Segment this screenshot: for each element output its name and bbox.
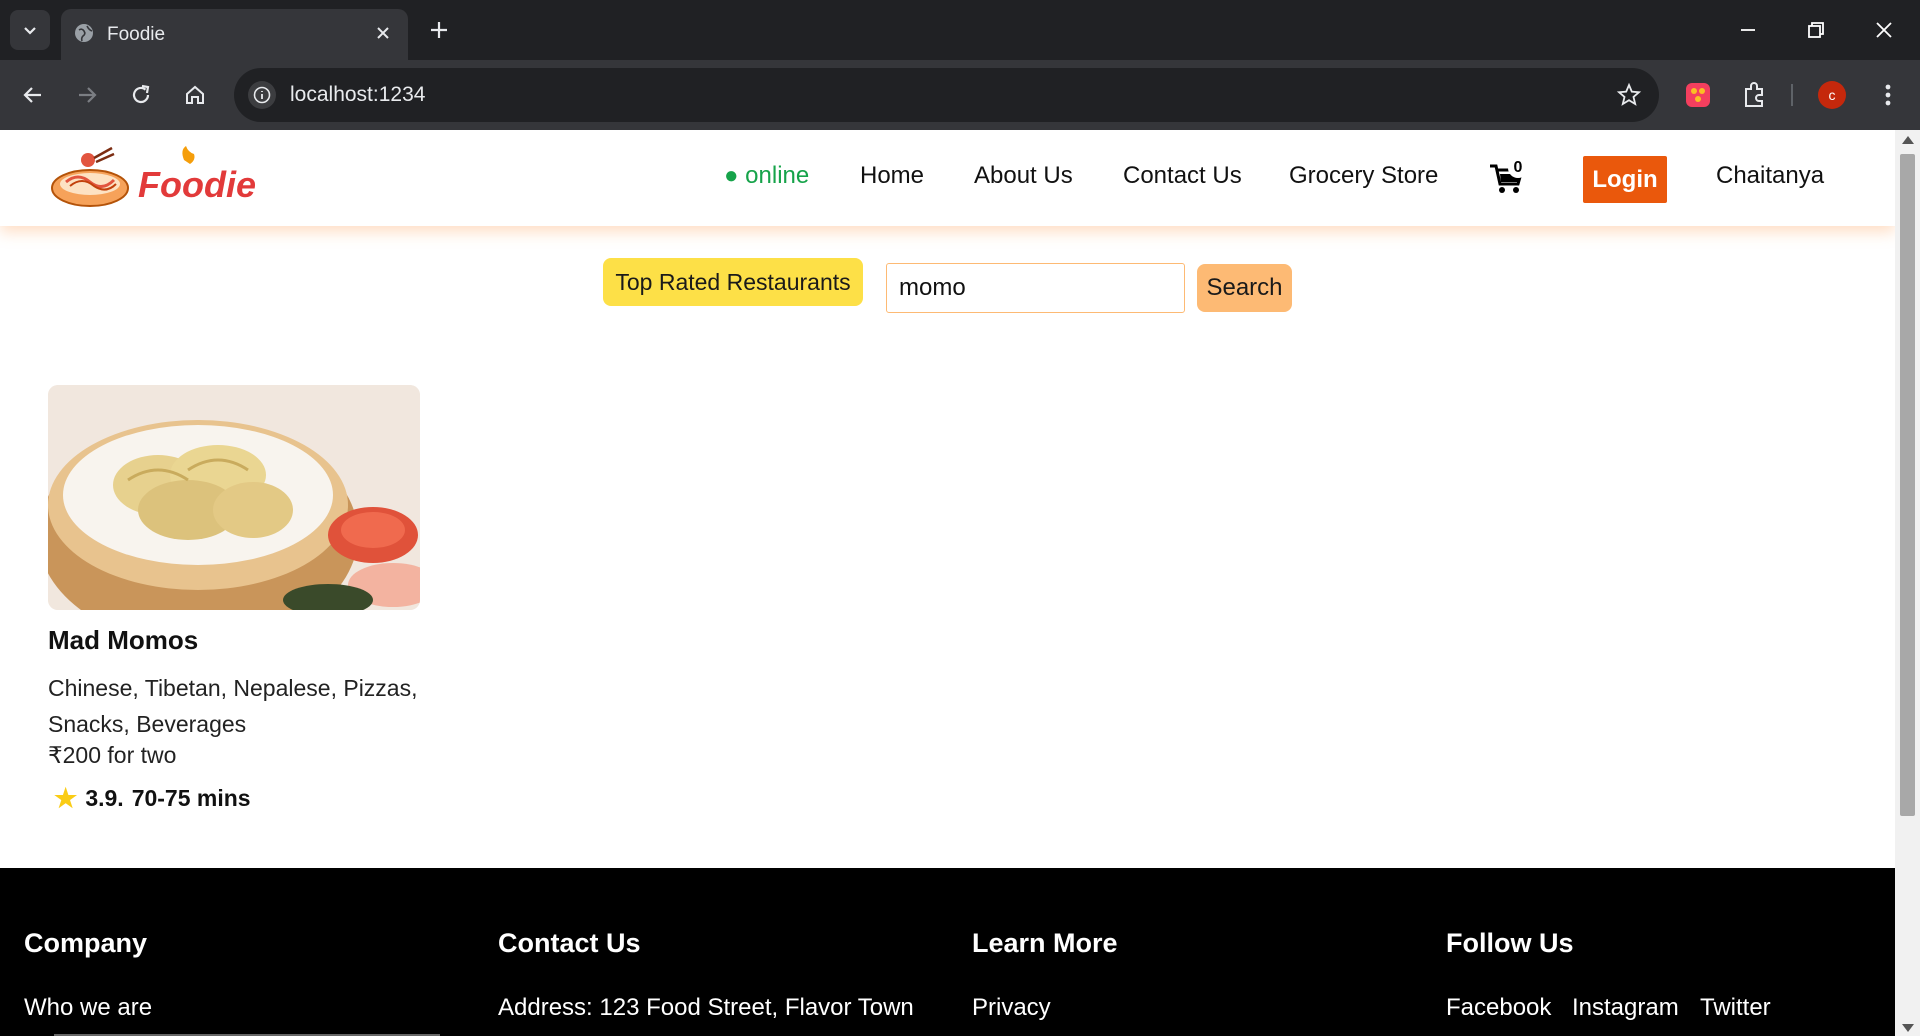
home-button[interactable]: [178, 78, 212, 112]
nav-grocery-store[interactable]: Grocery Store: [1289, 162, 1438, 190]
footer-company-title: Company: [24, 928, 148, 958]
minimize-icon[interactable]: [1732, 14, 1764, 46]
restaurant-meta: ★ 3.9. 70-75 mins: [54, 783, 251, 814]
footer-contact: Contact Us Address: 123 Food Street, Fla…: [498, 928, 914, 1021]
toolbar-separator: [1791, 84, 1793, 106]
scroll-down-arrow[interactable]: [1902, 1024, 1914, 1032]
home-icon: [186, 85, 204, 104]
page-scrollbar[interactable]: [1895, 130, 1920, 1036]
reload-icon: [132, 84, 150, 104]
footer-facebook[interactable]: Facebook: [1446, 994, 1551, 1022]
restore-icon[interactable]: [1800, 14, 1832, 46]
logo-text: Foodie: [138, 164, 256, 205]
footer-follow: Follow Us Facebook Instagram Twitter: [1446, 928, 1771, 1021]
cart-count-badge: 0: [1508, 158, 1528, 178]
search-button[interactable]: Search: [1197, 264, 1292, 312]
tab-search-button[interactable]: [10, 10, 50, 50]
scroll-up-arrow[interactable]: [1902, 136, 1914, 144]
star-icon: ★: [54, 783, 78, 813]
arrow-right-icon: [79, 87, 97, 103]
url-text: localhost:1234: [290, 83, 426, 106]
online-status: ● online: [724, 162, 810, 189]
footer-address: Address: 123 Food Street, Flavor Town: [498, 994, 914, 1021]
forward-button[interactable]: [70, 78, 104, 112]
restaurant-card[interactable]: Mad Momos Chinese, Tibetan, Nepalese, Pi…: [48, 385, 420, 813]
nav-contact-us[interactable]: Contact Us: [1123, 162, 1242, 190]
footer-company: Company Who we are: [24, 928, 152, 1021]
restaurant-cuisines: Chinese, Tibetan, Nepalese, Pizzas, Snac…: [48, 675, 418, 737]
bookmark-star-icon[interactable]: [1615, 81, 1643, 109]
address-bar[interactable]: localhost:1234: [234, 68, 1659, 122]
new-tab-icon[interactable]: [425, 16, 453, 44]
close-icon[interactable]: [372, 22, 394, 44]
extension-app-icon[interactable]: [1682, 79, 1714, 111]
footer-contact-title: Contact Us: [498, 928, 641, 958]
reload-button[interactable]: [124, 78, 158, 112]
delivery-time: 70-75 mins: [131, 785, 251, 811]
restaurant-price: ₹200 for two: [48, 742, 177, 768]
back-button[interactable]: [16, 78, 50, 112]
chevron-down-icon: [24, 27, 36, 35]
scroll-thumb[interactable]: [1900, 154, 1915, 816]
nav-home[interactable]: Home: [860, 162, 924, 190]
footer-twitter[interactable]: Twitter: [1700, 994, 1771, 1022]
site-footer: Company Who we are Contact Us Address: 1…: [0, 868, 1895, 1036]
restaurant-name: Mad Momos: [48, 625, 199, 655]
top-rated-button[interactable]: Top Rated Restaurants: [603, 258, 863, 306]
restaurant-image: [48, 385, 420, 610]
restaurant-rating: 3.9.: [85, 785, 124, 811]
site-header: Foodie ● online Home About Us Contact Us…: [0, 130, 1895, 226]
browser-tab[interactable]: Foodie: [61, 9, 408, 60]
footer-instagram[interactable]: Instagram: [1572, 994, 1679, 1022]
footer-who-we-are[interactable]: Who we are: [24, 994, 152, 1022]
close-window-icon[interactable]: [1868, 14, 1900, 46]
globe-icon: [75, 24, 93, 42]
footer-learn: Learn More Privacy: [972, 928, 1118, 1021]
profile-avatar[interactable]: c: [1818, 81, 1846, 109]
arrow-left-icon: [23, 87, 41, 103]
search-input[interactable]: [886, 263, 1185, 313]
page-viewport: Foodie ● online Home About Us Contact Us…: [0, 130, 1895, 1036]
user-name: Chaitanya: [1716, 162, 1825, 189]
footer-follow-title: Follow Us: [1446, 928, 1574, 958]
puzzle-icon[interactable]: [1738, 79, 1770, 111]
nav-about-us[interactable]: About Us: [974, 162, 1073, 190]
tab-title: Foodie: [107, 24, 166, 45]
footer-privacy[interactable]: Privacy: [972, 994, 1051, 1022]
browser-tab-bar: Foodie: [0, 0, 1920, 60]
login-button[interactable]: Login: [1583, 156, 1667, 203]
site-info-icon[interactable]: [248, 81, 276, 109]
browser-toolbar: localhost:1234 c: [0, 60, 1920, 130]
footer-learn-title: Learn More: [972, 928, 1118, 958]
more-vert-icon[interactable]: [1872, 79, 1904, 111]
momos-illustration: [48, 385, 420, 610]
